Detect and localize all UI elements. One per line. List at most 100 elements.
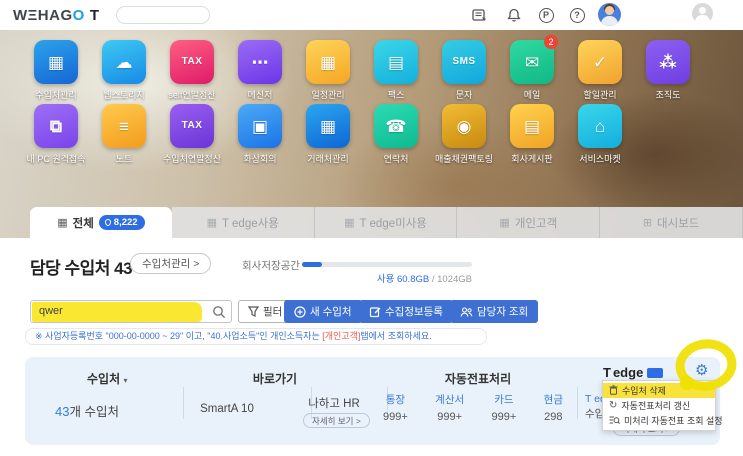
business-number-notice: ※ 사업자등록번호 "000-00-0000 ~ 29" 이고, "40.사업소…: [25, 328, 487, 345]
app-label: 수입처관리: [35, 90, 77, 100]
header-search-input[interactable]: [116, 6, 210, 24]
drop-icon: [104, 218, 111, 226]
page-title: 담당 수입처 43: [30, 259, 133, 278]
app-task-checklist[interactable]: ✓ 할일관리: [566, 40, 634, 101]
divider: [577, 387, 578, 419]
search-settings-icon: [609, 415, 620, 427]
auto-voucher-item[interactable]: 통장 999+: [383, 392, 408, 423]
search-icon[interactable]: [212, 305, 226, 324]
app-cloud-storage[interactable]: ☁ 웹스토리지: [90, 40, 158, 101]
auto-voucher-item[interactable]: 계산서 999+: [435, 392, 464, 423]
frog-factoring-icon: ◉: [442, 104, 486, 148]
app-chat-bubble[interactable]: ⋯ 메신저: [226, 40, 294, 101]
new-importer-button[interactable]: 새 수입처: [284, 300, 362, 323]
building-tab-icon: ▦: [57, 217, 68, 229]
tab-tedge-unused[interactable]: ▦ T edge미사용: [314, 207, 458, 238]
importer-context-menu: 수입처 삭제 ↻ 자동전표처리 갱신 미처리 자동전표 조회 설정: [602, 380, 723, 431]
video-meeting-icon: ▣: [238, 104, 282, 148]
trash-icon: [609, 384, 618, 397]
importer-tax-icon: TAX: [170, 104, 214, 148]
shortcut-nahago-hr[interactable]: 나하고 HR: [297, 395, 371, 411]
auto-voucher-value: 999+: [491, 411, 517, 423]
tab-tedge-used[interactable]: ▦ T edge사용: [171, 207, 315, 238]
app-label: 화상회의: [243, 154, 277, 164]
calendar-icon: ▦: [306, 40, 350, 84]
context-menu-item-2[interactable]: ↻ 자동전표처리 갱신: [603, 398, 715, 413]
notification-bell-icon[interactable]: [505, 6, 523, 24]
app-contacts-phone[interactable]: ☎ 연락처: [362, 104, 430, 165]
app-video-meeting[interactable]: ▣ 화상회의: [226, 104, 294, 165]
app-frog-factoring[interactable]: ◉ 매출채권팩토링: [430, 104, 498, 165]
app-tax-receipt[interactable]: TAX self연말정산: [158, 40, 226, 101]
storage-label: 회사저장공간: [242, 260, 300, 272]
app-label: 거래처관리: [307, 154, 349, 164]
wehago-app-window: WΞHAGO T P ? ▦ 수입처관리 ☁ 웹스토리지 TAX self연말정산 ⋯ 메신저 ▦…: [0, 0, 743, 456]
clients-building-icon: ▦: [306, 104, 350, 148]
app-label: 메신저: [247, 90, 273, 100]
app-service-market[interactable]: ⌂ 서비스마켓: [566, 104, 634, 165]
customer-tabbar: ▦ 전체 8,222 ▦ T edge사용 ▦ T edge미사용 ▦ 개인고객 ⊞ 대…: [30, 207, 743, 238]
sms-phone-icon: SMS: [442, 40, 486, 84]
profile-placeholder-avatar[interactable]: [692, 3, 713, 24]
app-importer-tax[interactable]: TAX 수입처연말정산: [158, 104, 226, 165]
unread-count-badge: 2: [544, 35, 558, 49]
note-icon-glyph: ≡: [119, 116, 129, 136]
importer-count[interactable]: 43개 수입처: [55, 401, 119, 420]
app-label: 팩스: [387, 90, 405, 100]
app-label: 일정관리: [311, 90, 345, 100]
org-chart-icon: ⁂: [646, 40, 690, 84]
app-label: 내 PC 원격접속: [26, 154, 86, 164]
caret-down-icon: ▾: [123, 376, 128, 385]
app-importer-building[interactable]: ▦ 수입처관리: [22, 40, 90, 101]
user-avatar[interactable]: [598, 3, 621, 26]
importers-column-header[interactable]: 수입처 ▾: [87, 370, 127, 387]
point-icon[interactable]: P: [537, 6, 555, 24]
app-mail-envelope[interactable]: ✉ 2 메일: [498, 35, 566, 101]
importer-manage-button[interactable]: 수입처관리 >: [130, 253, 212, 274]
calendar-icon-glyph: ▦: [319, 52, 337, 72]
app-clients-building[interactable]: ▦ 거래처관리: [294, 104, 362, 165]
context-menu-item-3[interactable]: 미처리 자동전표 조회 설정: [603, 413, 723, 428]
memo-icon[interactable]: [470, 6, 488, 24]
gear-icon[interactable]: ⚙: [695, 361, 708, 379]
app-grid-row-1: ▦ 수입처관리 ☁ 웹스토리지 TAX self연말정산 ⋯ 메신저 ▦ 일정관리 ▤ 팩스 SMS 문자…: [22, 35, 722, 101]
auto-voucher-item[interactable]: 현금 298: [544, 392, 563, 423]
app-fax[interactable]: ▤ 팩스: [362, 40, 430, 101]
context-menu-label: 자동전표처리 갱신: [621, 401, 691, 411]
auto-voucher-label: 통장: [385, 394, 406, 406]
app-label: 연락처: [383, 154, 409, 164]
chat-bubble-icon: ⋯: [238, 40, 282, 84]
app-remote-pc[interactable]: ⧉ 내 PC 원격접속: [22, 104, 90, 165]
tab-all[interactable]: ▦ 전체 8,222: [30, 207, 172, 238]
shortcut-detail-link[interactable]: 자세히 보기 >: [303, 413, 370, 428]
app-note[interactable]: ≡ 노트: [90, 104, 158, 165]
storage-usage-text: 사용 60.8GB / 1024GB: [376, 274, 472, 285]
plus-circle-icon: [294, 305, 306, 318]
owner-search-button[interactable]: 담당자 조회: [450, 300, 539, 323]
context-menu-item-1[interactable]: 수입처 삭제: [603, 383, 715, 398]
tab-all-count-badge: 8,222: [98, 215, 145, 230]
help-icon[interactable]: ?: [568, 6, 586, 24]
shortcut-smarta[interactable]: SmartA 10: [187, 403, 267, 415]
collect-info-register-button[interactable]: 수집정보등록: [359, 300, 453, 323]
auto-voucher-value: 298: [544, 411, 563, 423]
app-company-board[interactable]: ▤ 회사게시판: [498, 104, 566, 165]
funnel-icon: [248, 306, 259, 317]
context-menu-label: 미처리 자동전표 조회 설정: [624, 416, 723, 426]
importer-search-input[interactable]: qwer: [30, 300, 232, 323]
dashboard-tab-icon: ⊞: [642, 217, 653, 229]
clients-building-icon-glyph: ▦: [319, 116, 337, 136]
tab-dashboard[interactable]: ⊞ 대시보드: [600, 207, 743, 238]
app-label: 수입처연말정산: [163, 154, 221, 164]
app-sms-phone[interactable]: SMS 문자: [430, 40, 498, 101]
app-org-chart[interactable]: ⁂ 조직도: [634, 40, 702, 101]
auto-voucher-item[interactable]: 카드 999+: [492, 392, 517, 423]
top-header: WΞHAGO T P ?: [0, 0, 743, 30]
tax-receipt-icon: TAX: [170, 40, 214, 84]
fax-icon-glyph: ▤: [387, 52, 405, 72]
refresh-icon: ↻: [609, 400, 618, 411]
divider: [183, 387, 184, 419]
wehago-logo[interactable]: WΞHAGO T: [13, 7, 100, 24]
tab-personal-customer[interactable]: ▦ 개인고객: [457, 207, 601, 238]
app-calendar[interactable]: ▦ 일정관리: [294, 40, 362, 101]
